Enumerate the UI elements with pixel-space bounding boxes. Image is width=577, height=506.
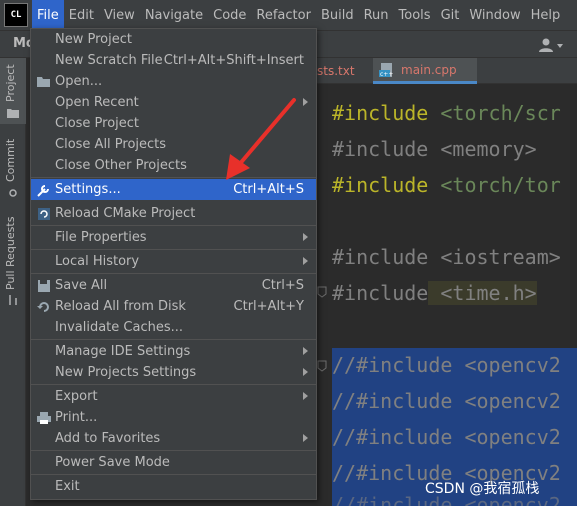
submenu-arrow-icon (303, 347, 308, 355)
pull-requests-tool-button[interactable]: Pull Requests (0, 208, 26, 308)
menu-item-new-projects-settings[interactable]: New Projects Settings (31, 362, 316, 383)
menu-separator (31, 450, 316, 451)
save-icon (38, 280, 50, 292)
submenu-arrow-icon (303, 392, 308, 400)
folder-icon (7, 109, 19, 118)
printer-icon (37, 412, 51, 424)
menu-edit[interactable]: Edit (64, 0, 99, 30)
menu-code[interactable]: Code (208, 0, 251, 30)
menu-item-local-history[interactable]: Local History (31, 251, 316, 272)
fold-marker-icon[interactable] (317, 360, 327, 372)
menu-run[interactable]: Run (359, 0, 394, 30)
menu-item-new-project[interactable]: New Project (31, 29, 316, 50)
tab-cmakelists[interactable]: sts.txt (317, 58, 367, 84)
menu-view[interactable]: View (99, 0, 140, 30)
commit-icon (9, 189, 17, 197)
tab-cmakelists-label: sts.txt (317, 64, 355, 78)
commit-tool-label: Commit (4, 138, 17, 182)
submenu-arrow-icon (303, 434, 308, 442)
wrench-icon (37, 185, 49, 197)
pull-requests-tool-label: Pull Requests (4, 216, 17, 290)
menu-build[interactable]: Build (316, 0, 359, 30)
commit-tool-button[interactable]: Commit (0, 130, 26, 202)
project-tool-button[interactable]: Project (0, 58, 26, 124)
menu-item-invalidate-caches[interactable]: Invalidate Caches... (31, 317, 316, 338)
menu-item-add-to-favorites[interactable]: Add to Favorites (31, 428, 316, 449)
submenu-arrow-icon (303, 98, 308, 106)
menu-refactor[interactable]: Refactor (251, 0, 316, 30)
menu-separator (31, 384, 316, 385)
menu-git[interactable]: Git (436, 0, 465, 30)
menu-item-reload-cmake-project[interactable]: Reload CMake Project (31, 203, 316, 224)
menu-help[interactable]: Help (526, 0, 566, 30)
tab-main-cpp-label: main.cpp (401, 62, 457, 77)
code-line: //#include <opencv2 (332, 389, 561, 413)
user-icon[interactable] (538, 37, 564, 53)
code-line: #include <torch/tor (332, 173, 561, 197)
menu-separator (31, 249, 316, 250)
menu-item-settings[interactable]: Settings... Ctrl+Alt+S (31, 179, 316, 200)
menu-item-power-save-mode[interactable]: Power Save Mode (31, 452, 316, 473)
menu-navigate[interactable]: Navigate (140, 0, 208, 30)
cmake-reload-icon (38, 208, 50, 220)
menu-tools[interactable]: Tools (394, 0, 436, 30)
main-menu-bar: CL File Edit View Navigate Code Refactor… (0, 0, 577, 30)
menu-separator (31, 273, 316, 274)
menu-file[interactable]: File (32, 0, 64, 30)
menu-separator (31, 474, 316, 475)
submenu-arrow-icon (303, 233, 308, 241)
menu-item-print[interactable]: Print... (31, 407, 316, 428)
submenu-arrow-icon (303, 257, 308, 265)
code-line: //#include <opencv2 (332, 425, 561, 449)
menu-item-new-scratch-file[interactable]: New Scratch File Ctrl+Alt+Shift+Insert (31, 50, 316, 71)
clion-logo-icon: CL (4, 3, 28, 27)
pull-request-icon (9, 295, 17, 305)
code-line: //#include <opencv2 (332, 353, 561, 377)
svg-text:c++: c++ (380, 71, 393, 78)
editor-tab-bar: sts.txt c++ main.cpp (317, 58, 577, 84)
code-line: #include <time.h> (332, 281, 537, 305)
refresh-icon (37, 302, 49, 312)
cpp-file-icon: c++ (379, 62, 393, 78)
menu-window[interactable]: Window (464, 0, 525, 30)
menu-separator (31, 339, 316, 340)
tab-main-cpp[interactable]: c++ main.cpp (373, 58, 477, 84)
submenu-arrow-icon (303, 368, 308, 376)
menu-item-file-properties[interactable]: File Properties (31, 227, 316, 248)
red-annotation-arrow (226, 98, 296, 180)
menu-item-exit[interactable]: Exit (31, 476, 316, 497)
code-line: #include <iostream> (332, 245, 561, 269)
project-tool-label: Project (4, 64, 17, 102)
menu-item-open[interactable]: Open... (31, 71, 316, 92)
menu-item-manage-ide-settings[interactable]: Manage IDE Settings (31, 341, 316, 362)
code-line: #include <memory> (332, 137, 537, 161)
folder-open-icon (37, 77, 50, 87)
menu-item-save-all[interactable]: Save All Ctrl+S (31, 275, 316, 296)
menu-item-export[interactable]: Export (31, 386, 316, 407)
left-tool-stripe: Project Commit Pull Requests (0, 58, 26, 506)
code-line: #include <torch/scr (332, 101, 561, 125)
code-editor[interactable]: #include <torch/scr #include <memory> #i… (317, 84, 577, 506)
watermark: CSDN @我宿孤栈 (425, 481, 540, 497)
menu-separator (31, 225, 316, 226)
menu-item-reload-all-from-disk[interactable]: Reload All from Disk Ctrl+Alt+Y (31, 296, 316, 317)
fold-marker-icon[interactable] (317, 286, 327, 298)
